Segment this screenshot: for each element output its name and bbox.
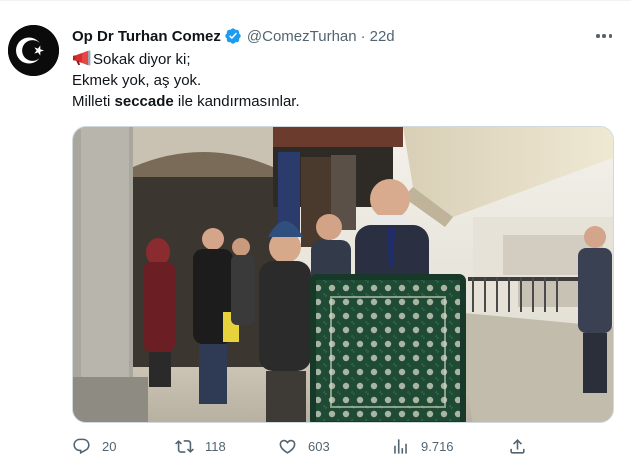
- retweet-icon: [175, 439, 194, 453]
- verified-badge-icon: [225, 28, 241, 44]
- tweet-header: Op Dr Turhan Comez @ComezTurhan · 22d: [72, 26, 395, 46]
- more-options-icon[interactable]: [594, 27, 614, 45]
- author-handle[interactable]: @ComezTurhan: [247, 28, 357, 45]
- retweet-count: 118: [205, 438, 226, 454]
- tweet-text: Sokak diyor ki; Ekmek yok, aş yok. Mille…: [72, 49, 300, 112]
- tweet-timestamp[interactable]: 22d: [370, 28, 395, 45]
- retweet-button[interactable]: 118: [175, 435, 226, 457]
- like-button[interactable]: 603: [278, 435, 330, 457]
- share-icon: [510, 438, 525, 454]
- share-button[interactable]: [508, 435, 527, 457]
- heart-icon: [279, 439, 296, 454]
- views-count: 9.716: [421, 438, 454, 454]
- tweet-text-bold-word: seccade: [114, 93, 174, 110]
- tweet[interactable]: Op Dr Turhan Comez @ComezTurhan · 22d So…: [0, 0, 631, 459]
- tweet-actions-bar: 20 118 603 9.716: [72, 435, 542, 457]
- tweet-text-line-3-end: ile kandırmasınlar.: [173, 93, 300, 110]
- tweet-text-line-1: Sokak diyor ki;: [72, 49, 300, 70]
- reply-button[interactable]: 20: [72, 435, 116, 457]
- tweet-text-line-3: Milleti seccade ile kandırmasınlar.: [72, 91, 300, 112]
- street-scene-photo: [73, 127, 613, 422]
- megaphone-emoji-icon: [73, 50, 91, 66]
- author-display-name[interactable]: Op Dr Turhan Comez: [72, 28, 221, 45]
- like-count: 603: [308, 438, 330, 454]
- tweet-text-line-3-start: Milleti: [72, 93, 115, 110]
- header-separator: ·: [360, 27, 366, 45]
- reply-count: 20: [102, 438, 117, 454]
- tweet-text-line-1-content: Sokak diyor ki;: [93, 51, 191, 68]
- views-button[interactable]: 9.716: [391, 435, 454, 457]
- views-chart-icon: [394, 438, 407, 454]
- crescent-star-flag-icon: [8, 25, 59, 76]
- tweet-text-line-2: Ekmek yok, aş yok.: [72, 72, 202, 89]
- reply-icon: [73, 438, 90, 454]
- avatar[interactable]: [8, 25, 59, 76]
- tweet-media-photo[interactable]: [72, 126, 614, 423]
